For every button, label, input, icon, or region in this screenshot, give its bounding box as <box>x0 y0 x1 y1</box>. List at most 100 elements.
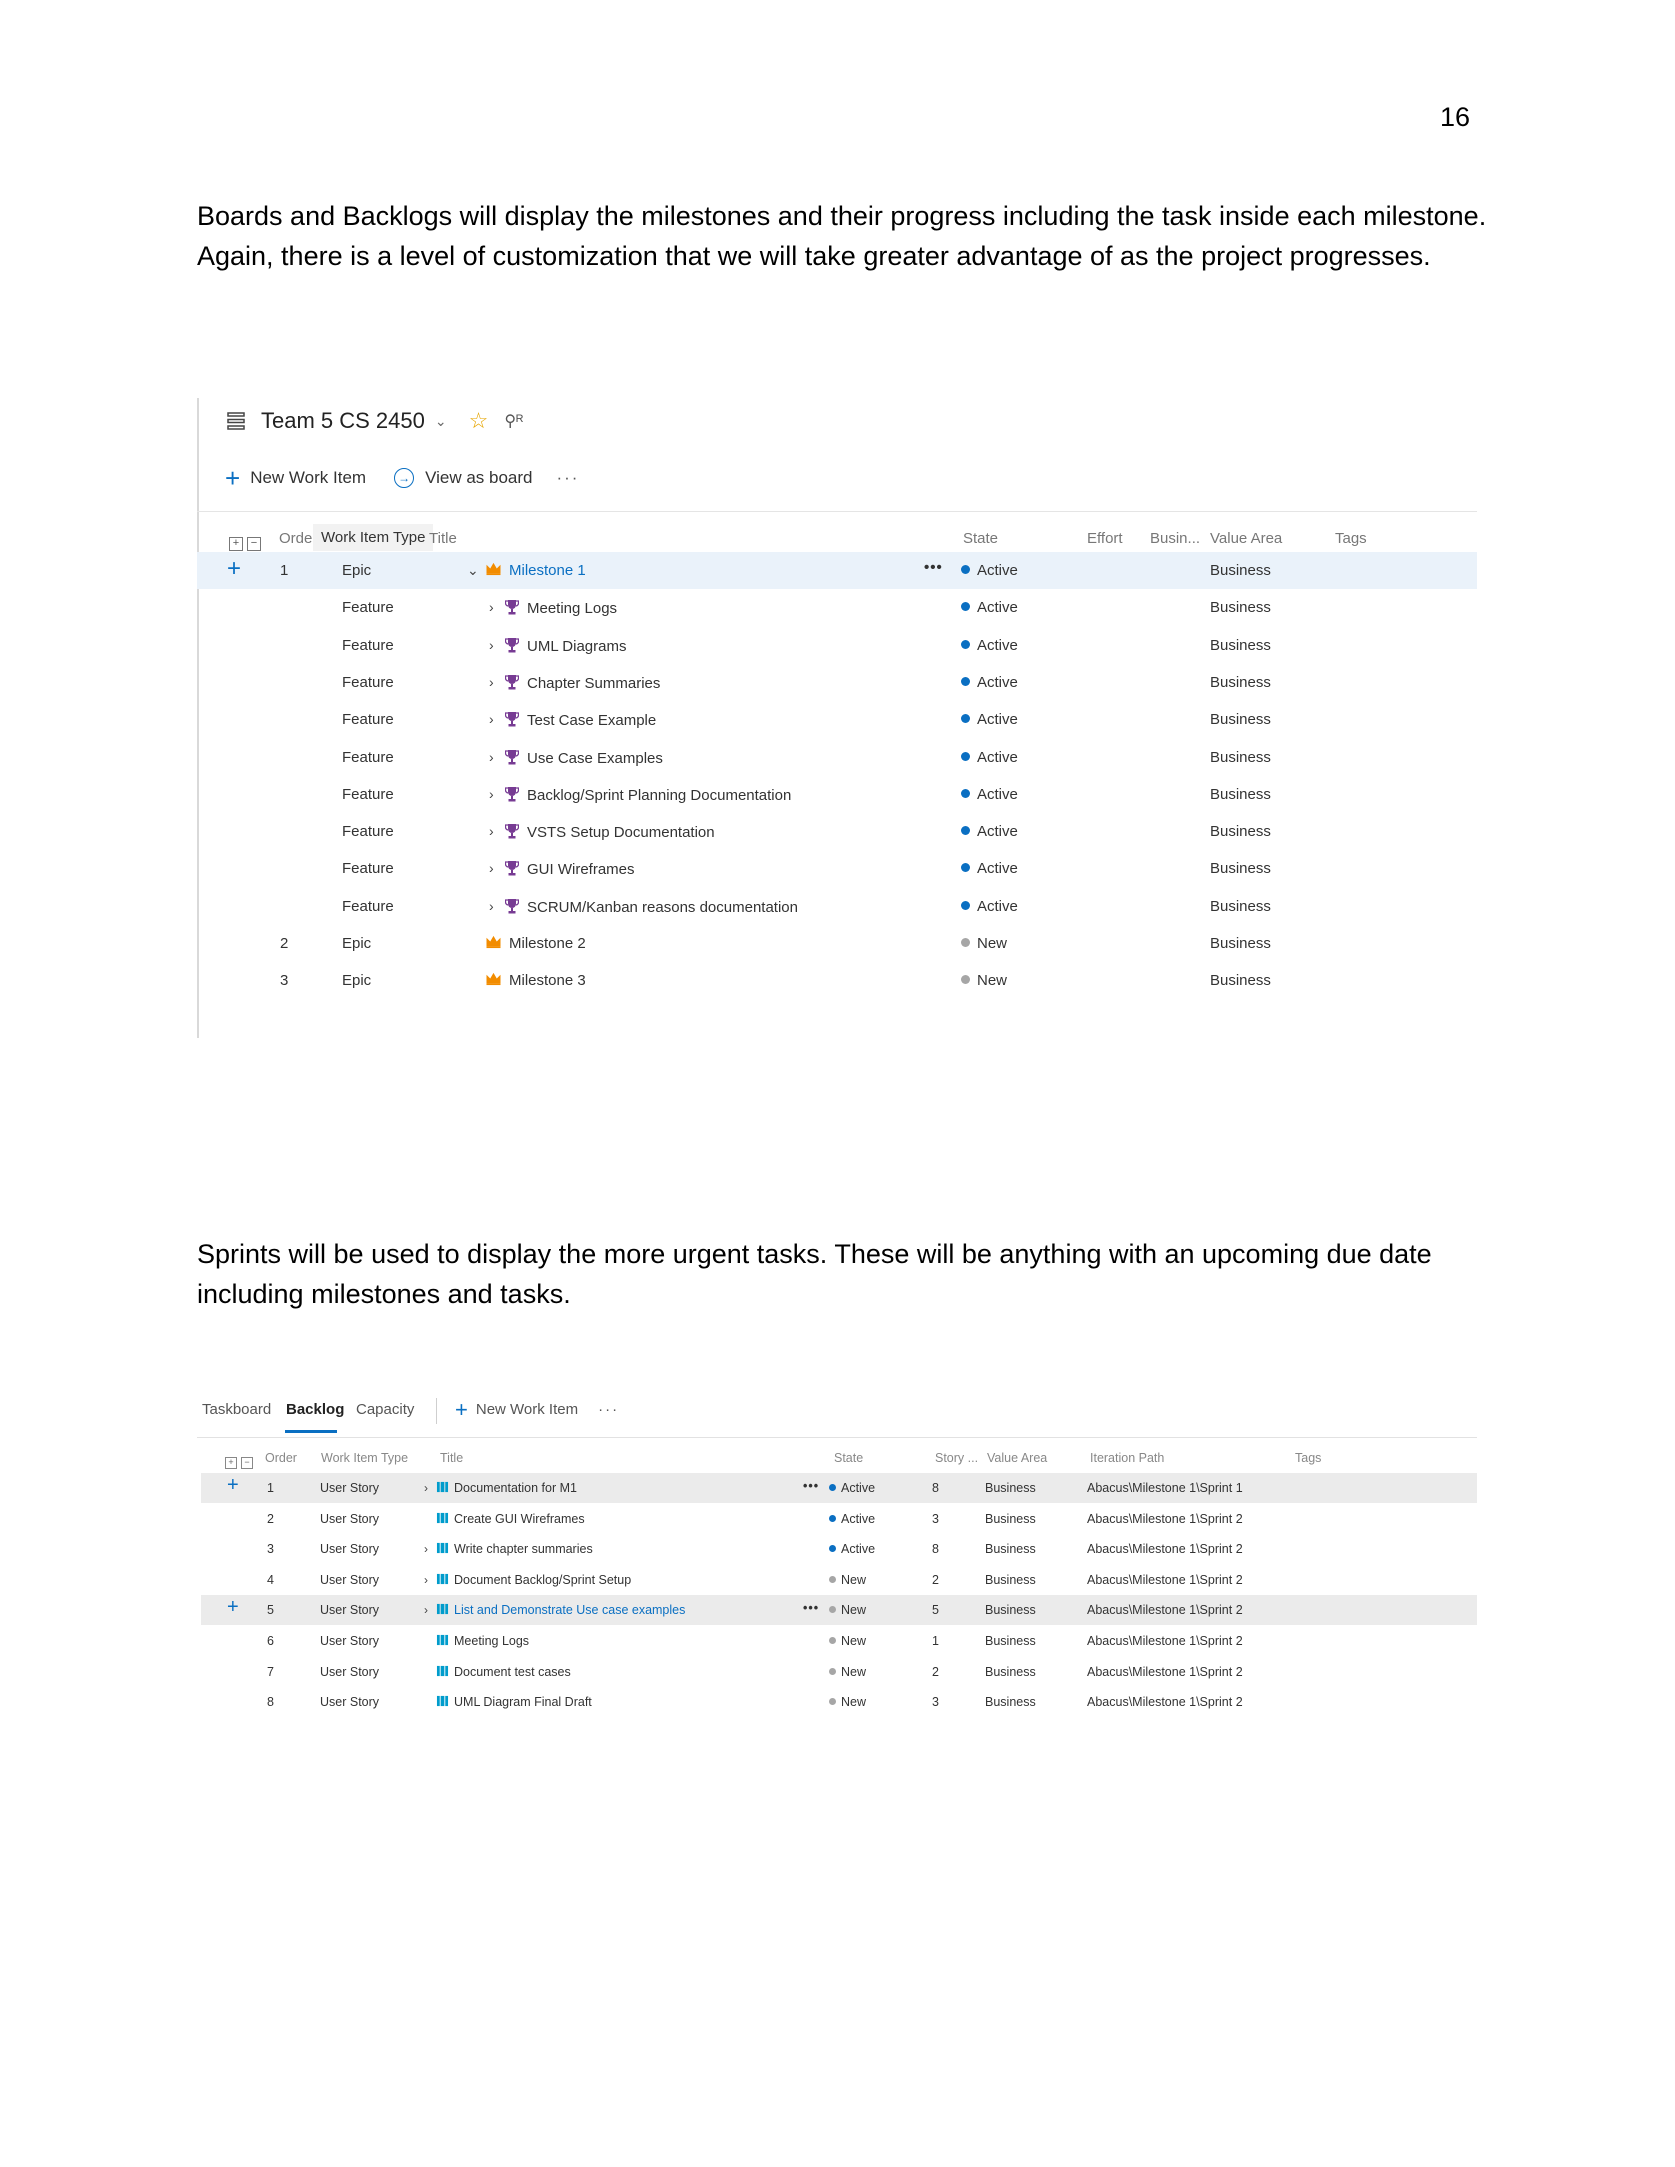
column-value-area[interactable]: Value Area <box>1210 530 1282 547</box>
row-title-cell[interactable]: Write chapter summaries <box>436 1542 593 1556</box>
column-work-item-type[interactable]: Work Item Type <box>321 1451 408 1465</box>
row-title[interactable]: Chapter Summaries <box>527 675 660 692</box>
row-title[interactable]: UML Diagrams <box>527 638 626 655</box>
table-row[interactable]: +1 User Story › Documentation for M1 ••• Acti… <box>201 1473 1477 1503</box>
expand-chevron-icon[interactable]: › <box>424 1603 428 1617</box>
row-title[interactable]: List and Demonstrate Use case examples <box>454 1603 685 1617</box>
column-tags[interactable]: Tags <box>1295 1451 1321 1465</box>
chevron-down-icon[interactable]: ⌄ <box>435 413 447 430</box>
column-story-points[interactable]: Story ... <box>935 1451 978 1465</box>
row-more-icon[interactable]: ••• <box>803 1479 819 1493</box>
more-actions-icon[interactable]: ··· <box>556 468 579 488</box>
row-title-cell[interactable]: SCRUM/Kanban reasons documentation <box>505 898 798 916</box>
table-row[interactable]: Feature › Chapter Summaries Active Business <box>197 664 1477 701</box>
expand-chevron-icon[interactable]: › <box>489 786 494 802</box>
table-row[interactable]: Feature › SCRUM/Kanban reasons documentati… <box>197 888 1477 925</box>
more-actions-icon[interactable]: ··· <box>598 1401 619 1418</box>
row-title[interactable]: Create GUI Wireframes <box>454 1512 585 1526</box>
row-title[interactable]: Backlog/Sprint Planning Documentation <box>527 787 791 804</box>
row-title-cell[interactable]: Document test cases <box>436 1665 571 1679</box>
row-title-cell[interactable]: Meeting Logs <box>505 599 617 617</box>
row-title-cell[interactable]: Use Case Examples <box>505 749 663 767</box>
column-state[interactable]: State <box>834 1451 863 1465</box>
row-title-cell[interactable]: Create GUI Wireframes <box>436 1512 585 1526</box>
expand-chevron-icon[interactable]: › <box>489 599 494 615</box>
row-title-cell[interactable]: List and Demonstrate Use case examples <box>436 1603 685 1617</box>
row-title-cell[interactable]: Backlog/Sprint Planning Documentation <box>505 786 791 804</box>
column-order[interactable]: Order <box>279 530 317 547</box>
expand-chevron-icon[interactable]: › <box>424 1481 428 1495</box>
column-order[interactable]: Order <box>265 1451 297 1465</box>
row-title-cell[interactable]: Document Backlog/Sprint Setup <box>436 1573 631 1587</box>
table-row[interactable]: Feature › Backlog/Sprint Planning Document… <box>197 776 1477 813</box>
column-effort[interactable]: Effort <box>1087 530 1123 547</box>
favorite-star-icon[interactable]: ☆ <box>469 408 489 434</box>
column-title[interactable]: Title <box>440 1451 463 1465</box>
row-title[interactable]: Milestone 1 <box>509 562 586 579</box>
expand-chevron-icon[interactable]: › <box>489 674 494 690</box>
add-child-icon[interactable]: + <box>227 555 241 583</box>
team-name[interactable]: Team 5 CS 2450 <box>261 408 425 434</box>
column-value-area[interactable]: Value Area <box>987 1451 1047 1465</box>
table-row[interactable]: 6 User Story Meeting Logs New 1 Business Abacu… <box>201 1626 1477 1656</box>
row-title-cell[interactable]: Test Case Example <box>505 711 656 729</box>
tab-taskboard[interactable]: Taskboard <box>202 1401 271 1418</box>
row-title[interactable]: GUI Wireframes <box>527 861 635 878</box>
column-business[interactable]: Busin... <box>1150 530 1200 547</box>
row-title-cell[interactable]: Milestone 3 <box>485 972 586 989</box>
row-title-cell[interactable]: UML Diagrams <box>505 637 626 655</box>
column-tags[interactable]: Tags <box>1335 530 1367 547</box>
row-title-cell[interactable]: Documentation for M1 <box>436 1481 577 1495</box>
add-child-icon[interactable]: + <box>227 1474 239 1497</box>
row-title[interactable]: Write chapter summaries <box>454 1542 593 1556</box>
table-row[interactable]: Feature › Meeting Logs Active Business <box>197 589 1477 626</box>
row-title-cell[interactable]: Milestone 1 <box>485 562 586 579</box>
expand-chevron-icon[interactable]: › <box>489 898 494 914</box>
table-row[interactable]: 2 User Story Create GUI Wireframes Active 3 B… <box>201 1504 1477 1534</box>
row-title-cell[interactable]: Milestone 2 <box>485 935 586 952</box>
expand-chevron-icon[interactable]: › <box>489 823 494 839</box>
new-work-item-button[interactable]: New Work Item <box>476 1401 578 1418</box>
expand-chevron-icon[interactable]: › <box>424 1542 428 1556</box>
table-row[interactable]: 7 User Story Document test cases New 2 Busine… <box>201 1657 1477 1687</box>
table-row[interactable]: 3 User Story › Write chapter summaries Activ… <box>201 1534 1477 1564</box>
row-title[interactable]: SCRUM/Kanban reasons documentation <box>527 899 798 916</box>
table-row[interactable]: Feature › Use Case Examples Active Business <box>197 739 1477 776</box>
row-title-cell[interactable]: Chapter Summaries <box>505 674 660 692</box>
row-title-cell[interactable]: Meeting Logs <box>436 1634 529 1648</box>
table-row[interactable]: 8 User Story UML Diagram Final Draft New 3 Bu… <box>201 1687 1477 1717</box>
column-title[interactable]: Title <box>429 530 457 547</box>
row-more-icon[interactable]: ••• <box>803 1601 819 1615</box>
tab-capacity[interactable]: Capacity <box>356 1401 414 1418</box>
row-title[interactable]: Document Backlog/Sprint Setup <box>454 1573 631 1587</box>
table-row[interactable]: 2 Epic Milestone 2 New Business <box>197 925 1477 962</box>
row-title[interactable]: Meeting Logs <box>454 1634 529 1648</box>
expand-chevron-icon[interactable]: › <box>489 637 494 653</box>
table-row[interactable]: 4 User Story › Document Backlog/Sprint Setu… <box>201 1565 1477 1595</box>
add-child-icon[interactable]: + <box>227 1596 239 1619</box>
table-row[interactable]: +5 User Story › List and Demonstrate Use ca… <box>201 1595 1477 1626</box>
tab-backlog[interactable]: Backlog <box>286 1401 344 1418</box>
column-iteration-path[interactable]: Iteration Path <box>1090 1451 1164 1465</box>
row-title[interactable]: Milestone 2 <box>509 935 586 952</box>
expand-chevron-icon[interactable]: › <box>489 711 494 727</box>
row-more-icon[interactable]: ••• <box>924 559 943 576</box>
table-row[interactable]: 3 Epic Milestone 3 New Business <box>197 962 1477 999</box>
table-row[interactable]: Feature › UML Diagrams Active Business <box>197 627 1477 664</box>
table-row[interactable]: +1 Epic ⌄ Milestone 1 ••• Active Business <box>197 552 1477 589</box>
row-title[interactable]: Test Case Example <box>527 712 656 729</box>
expand-chevron-icon[interactable]: › <box>489 860 494 876</box>
row-title[interactable]: Document test cases <box>454 1665 571 1679</box>
collapse-chevron-icon[interactable]: ⌄ <box>467 562 479 579</box>
expand-chevron-icon[interactable]: › <box>489 749 494 765</box>
expand-chevron-icon[interactable]: › <box>424 1573 428 1587</box>
row-title[interactable]: Use Case Examples <box>527 750 663 767</box>
row-title[interactable]: Documentation for M1 <box>454 1481 577 1495</box>
table-row[interactable]: Feature › VSTS Setup Documentation Active Bu… <box>197 813 1477 850</box>
column-work-item-type[interactable]: Work Item Type <box>313 524 434 551</box>
view-as-board-button[interactable]: → View as board <box>394 468 532 488</box>
row-title-cell[interactable]: GUI Wireframes <box>505 860 635 878</box>
team-members-icon[interactable]: ⚲ᴿ <box>504 411 523 431</box>
row-title[interactable]: UML Diagram Final Draft <box>454 1695 592 1709</box>
add-icon[interactable]: + <box>225 465 240 491</box>
